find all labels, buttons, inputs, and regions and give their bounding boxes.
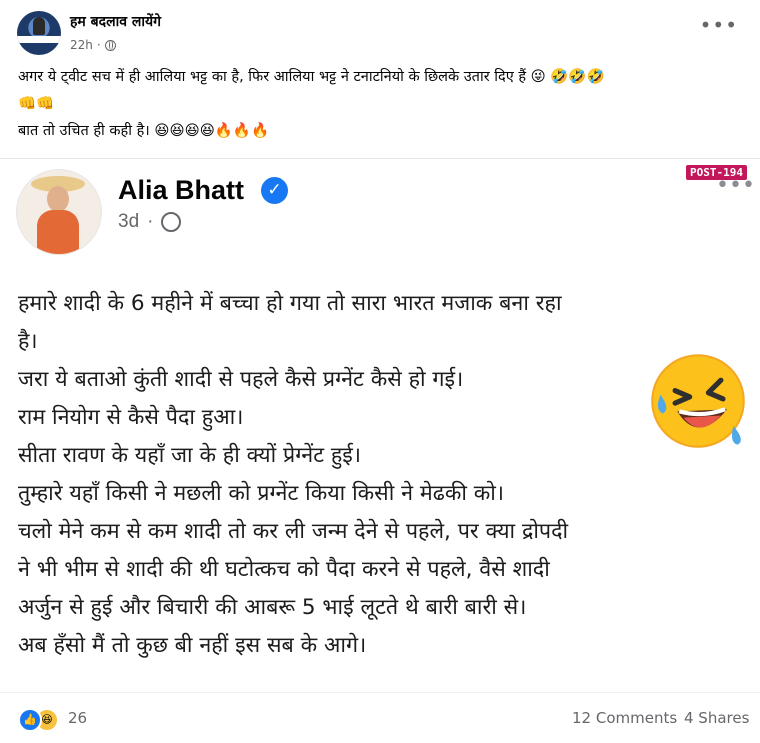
caption-line-2: 👊👊: [18, 96, 55, 112]
body-line: हमारे शादी के 6 महीने में बच्चा हो गया त…: [18, 291, 562, 316]
author-avatar: [16, 169, 102, 255]
post-caption: अगर ये ट्वीट सच में ही आलिया भट्ट का है,…: [18, 64, 743, 145]
globe-icon[interactable]: [104, 39, 116, 51]
body-line: तुम्हारे यहाँ किसी ने मछली को प्रग्नेंट …: [18, 481, 504, 506]
body-line: चलो मेने कम से कम शादी तो कर ली जन्म देन…: [18, 519, 569, 544]
shared-time: 3d: [118, 211, 140, 232]
caption-line-3: बात तो उचित ही कही है। 😆😆😆😆🔥🔥🔥: [18, 123, 270, 139]
body-line: जरा ये बताओ कुंती शादी से पहले कैसे प्रग…: [18, 367, 464, 392]
body-line: राम नियोग से कैसे पैदा हुआ।: [18, 405, 244, 430]
laughing-emoji: [651, 354, 745, 448]
more-options-icon[interactable]: •••: [700, 15, 738, 35]
body-line: है।: [18, 329, 38, 354]
body-line: अब हँसो मैं तो कुछ बी नहीं इस सब के आगे।: [18, 633, 367, 658]
avatar-figure: [33, 17, 45, 35]
shared-meta: 3d ·: [118, 211, 182, 233]
reaction-count[interactable]: 26: [68, 709, 87, 727]
post-header: हम बदलाव लायेंगे 22h · •••: [0, 0, 760, 60]
page-name[interactable]: हम बदलाव लायेंगे: [70, 12, 161, 31]
caption-line-1: अगर ये ट्वीट सच में ही आलिया भट्ट का है,…: [18, 69, 605, 85]
avatar-face: [47, 186, 69, 212]
body-line: सीता रावण के यहाँ जा के ही क्यों प्रेग्न…: [18, 443, 361, 468]
post-time[interactable]: 22h: [70, 38, 93, 52]
globe-icon: [161, 212, 182, 232]
like-icon[interactable]: 👍: [18, 708, 42, 732]
post-footer: 👍 😆 26 12 Comments 4 Shares: [0, 692, 760, 743]
shared-post-image[interactable]: Alia Bhatt ✓ 3d · POST-194 ••• हमारे शाद…: [0, 158, 760, 693]
shares-link[interactable]: 4 Shares: [684, 709, 749, 727]
avatar-dress: [37, 210, 79, 254]
body-line: अर्जुन से हुई और बिचारी की आबरू 5 भाई लू…: [18, 595, 527, 620]
shared-body-text: हमारे शादी के 6 महीने में बच्चा हो गया त…: [18, 285, 748, 665]
shared-separator: ·: [147, 211, 154, 232]
body-line: ने भी भीम से शादी की थी घटोत्कच को पैदा …: [18, 557, 550, 582]
author-name: Alia Bhatt: [118, 175, 245, 205]
separator-dot: ·: [96, 38, 101, 52]
more-icon: •••: [716, 173, 755, 198]
verified-icon: ✓: [261, 177, 288, 204]
page-avatar[interactable]: [17, 11, 61, 55]
comments-link[interactable]: 12 Comments: [572, 709, 677, 727]
post-meta: 22h ·: [70, 38, 116, 52]
avatar-band: [17, 36, 61, 43]
